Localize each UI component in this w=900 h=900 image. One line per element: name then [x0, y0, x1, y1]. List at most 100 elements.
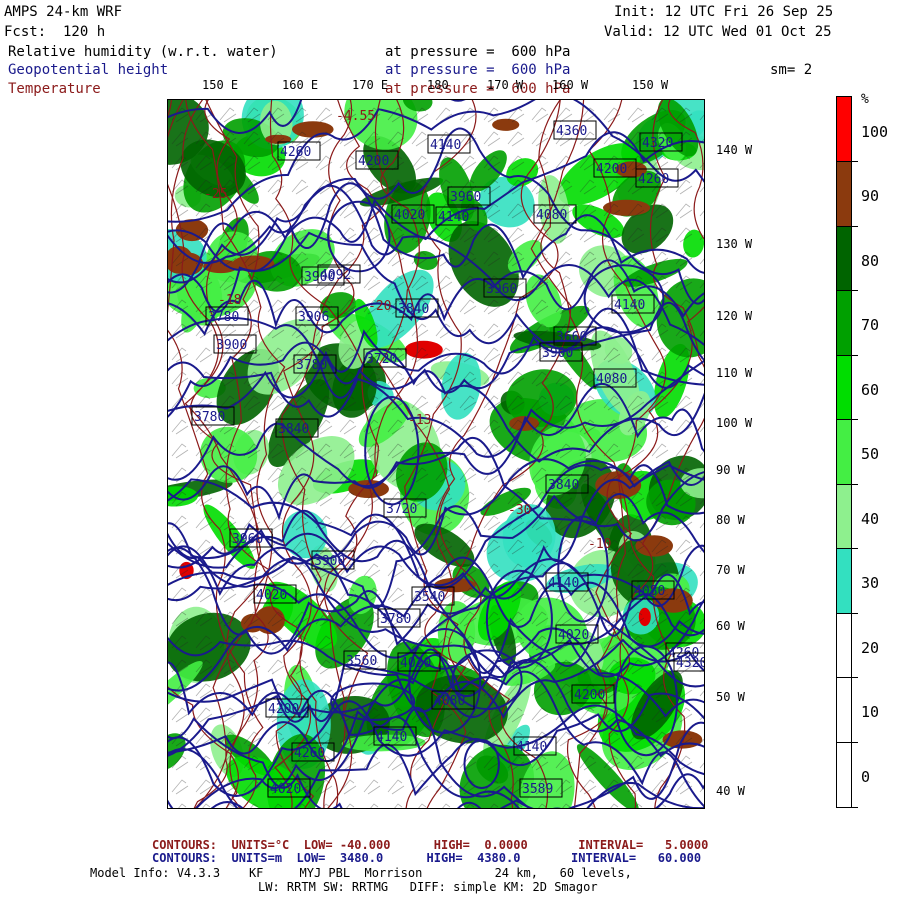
- colorbar-segment: [837, 613, 851, 678]
- lat-label: 80 W: [716, 513, 745, 527]
- colorbar-label: 10: [861, 703, 880, 722]
- svg-text:4080: 4080: [634, 584, 665, 599]
- colorbar-segment: [837, 548, 851, 614]
- temperature-contour-info: CONTOURS: UNITS=°C LOW= -40.000 HIGH= 0.…: [152, 838, 709, 852]
- colorbar-label: 60: [861, 380, 880, 399]
- svg-text:4140: 4140: [548, 576, 579, 591]
- colorbar-segment: [837, 97, 851, 162]
- svg-text:3780: 3780: [380, 612, 411, 627]
- svg-text:3960: 3960: [450, 190, 481, 205]
- svg-text:3906: 3906: [298, 310, 329, 325]
- lon-label: 160 E: [282, 78, 319, 92]
- svg-text:4092: 4092: [320, 268, 351, 283]
- colorbar-label: 30: [861, 574, 880, 593]
- colorbar-segment: [837, 355, 851, 420]
- lat-label: 50 W: [716, 690, 745, 704]
- lat-label: 100 W: [716, 416, 753, 430]
- svg-text:3900: 3900: [216, 338, 247, 353]
- colorbar-segment: [837, 484, 851, 549]
- svg-text:3540: 3540: [414, 590, 445, 605]
- colorbar-segment: [837, 677, 851, 743]
- svg-text:4320: 4320: [676, 656, 704, 671]
- svg-text:4020: 4020: [270, 782, 301, 797]
- lat-label: 130 W: [716, 237, 753, 251]
- model-title: AMPS 24-km WRF: [4, 4, 123, 20]
- svg-text:4200: 4200: [596, 162, 627, 177]
- svg-text:4260: 4260: [638, 172, 669, 187]
- colorbar-segment: [837, 290, 851, 356]
- field-rh-name: Relative humidity (w.r.t. water): [8, 44, 278, 60]
- valid-time: Valid: 12 UTC Wed 01 Oct 25: [604, 24, 832, 40]
- svg-text:4200: 4200: [358, 154, 389, 169]
- svg-text:3780: 3780: [296, 358, 327, 373]
- colorbar-label: 20: [861, 638, 880, 657]
- lat-label: 120 W: [716, 309, 753, 323]
- svg-text:3960: 3960: [232, 532, 263, 547]
- temperature-label: -20: [368, 299, 391, 314]
- svg-text:3840: 3840: [398, 302, 429, 317]
- colorbar-tick: [836, 419, 858, 421]
- model-physics-info: LW: RRTM SW: RRTMG DIFF: simple KM: 2D S…: [258, 880, 598, 894]
- svg-text:3780: 3780: [194, 410, 225, 425]
- svg-text:3780: 3780: [208, 310, 239, 325]
- model-info: Model Info: V4.3.3 KF MYJ PBL Morrison 2…: [90, 866, 632, 880]
- colorbar-tick: [836, 225, 858, 227]
- colorbar-tick: [836, 806, 858, 808]
- colorbar-tick: [836, 290, 858, 292]
- svg-text:4360: 4360: [556, 124, 587, 139]
- svg-text:3720: 3720: [366, 352, 397, 367]
- height-contour-info: CONTOURS: UNITS=m LOW= 3480.0 HIGH= 4380…: [152, 851, 702, 865]
- lon-label: 150 W: [632, 78, 669, 92]
- svg-text:3840: 3840: [548, 478, 579, 493]
- temperature-label: -30: [508, 503, 531, 518]
- colorbar-tick: [836, 677, 858, 679]
- svg-text:4260: 4260: [280, 145, 311, 160]
- colorbar-label: 80: [861, 251, 880, 270]
- svg-text:3589: 3589: [522, 782, 553, 797]
- init-time: Init: 12 UTC Fri 26 Sep 25: [614, 4, 834, 20]
- svg-text:4200: 4200: [268, 702, 299, 717]
- svg-text:4020: 4020: [256, 588, 287, 603]
- colorbar-tick: [836, 161, 858, 163]
- colorbar-tick: [836, 483, 858, 485]
- svg-text:4140: 4140: [430, 138, 461, 153]
- temperature-label: -25: [204, 187, 227, 202]
- field-temp-name: Temperature: [8, 81, 101, 97]
- colorbar-segment: [837, 226, 851, 291]
- svg-text:3900: 3900: [542, 346, 573, 361]
- smoothing-label: sm= 2: [770, 62, 813, 78]
- lat-label: 90 W: [716, 463, 745, 477]
- temperature-label: -4.55: [336, 109, 375, 124]
- svg-text:4260: 4260: [294, 746, 325, 761]
- svg-text:4140: 4140: [614, 298, 645, 313]
- colorbar-tick: [836, 354, 858, 356]
- lon-label: 150 E: [202, 78, 239, 92]
- colorbar-segment: [837, 419, 851, 485]
- svg-text:4320: 4320: [642, 136, 673, 151]
- lat-label: 60 W: [716, 619, 745, 633]
- svg-text:4080: 4080: [596, 372, 627, 387]
- svg-text:3560: 3560: [346, 654, 377, 669]
- svg-text:4080: 4080: [434, 694, 465, 709]
- colorbar-tick: [836, 741, 858, 743]
- svg-text:3660: 3660: [556, 330, 587, 345]
- svg-text:4080: 4080: [536, 208, 567, 223]
- lon-label: 160 W: [552, 78, 589, 92]
- temperature-label: -10: [588, 537, 611, 552]
- svg-text:4200: 4200: [574, 688, 605, 703]
- temperature-label: -18: [218, 293, 241, 308]
- lat-label: 140 W: [716, 143, 753, 157]
- temperature-label: -13: [408, 413, 431, 428]
- map-canvas: 4260 4200 4140 4360 4320 4260 4200 4140 4080 4020…: [168, 100, 704, 808]
- colorbar-tick: [836, 548, 858, 550]
- svg-text:4140: 4140: [376, 730, 407, 745]
- colorbar-label: 40: [861, 509, 880, 528]
- svg-text:4140: 4140: [438, 210, 469, 225]
- svg-text:4020: 4020: [394, 208, 425, 223]
- forecast-hour: Fcst: 120 h: [4, 24, 106, 40]
- svg-text:3960: 3960: [486, 282, 517, 297]
- lon-label: 170 E: [352, 78, 389, 92]
- field-height-name: Geopotential height: [8, 62, 169, 78]
- colorbar-tick: [836, 612, 858, 614]
- field-temp-level: at pressure = 600 hPa: [385, 81, 571, 97]
